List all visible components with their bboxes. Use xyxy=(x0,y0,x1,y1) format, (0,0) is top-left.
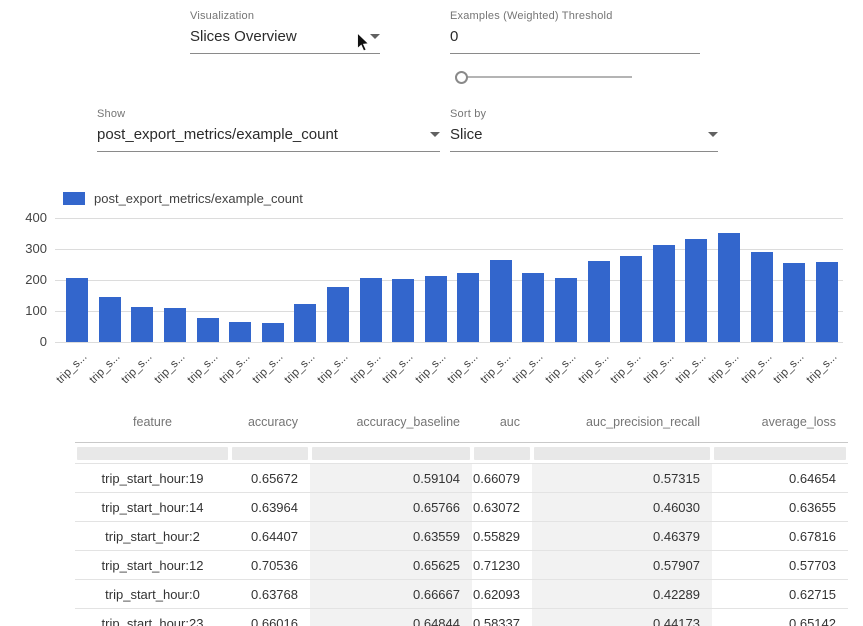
table-cell: 0.64407 xyxy=(230,522,310,551)
column-header-accuracy_baseline[interactable]: accuracy_baseline xyxy=(310,402,472,443)
table-cell: 0.57315 xyxy=(532,464,712,493)
table-cell: 0.62715 xyxy=(712,580,848,609)
bar[interactable] xyxy=(360,278,382,342)
column-header-auc_precision_recall[interactable]: auc_precision_recall xyxy=(532,402,712,443)
gridline xyxy=(55,342,843,343)
bar[interactable] xyxy=(490,260,512,342)
metrics-table: featureaccuracyaccuracy_baselineaucauc_p… xyxy=(75,402,848,626)
table-cell: 0.42289 xyxy=(532,580,712,609)
table-cell: 0.58337 xyxy=(472,609,532,626)
table-cell: 0.55829 xyxy=(472,522,532,551)
filter-input[interactable] xyxy=(714,447,846,460)
table-row: trip_start_hour:20.644070.635590.558290.… xyxy=(75,522,848,551)
column-header-accuracy[interactable]: accuracy xyxy=(230,402,310,443)
table-row: trip_start_hour:120.705360.656250.712300… xyxy=(75,551,848,580)
table-cell: 0.46379 xyxy=(532,522,712,551)
bar[interactable] xyxy=(751,252,773,342)
bar[interactable] xyxy=(718,233,740,342)
table-filter-row xyxy=(75,443,848,464)
column-filter-average_loss[interactable] xyxy=(712,443,848,464)
bar-chart: 0100200300400trip_s...trip_s...trip_s...… xyxy=(0,0,863,400)
bar[interactable] xyxy=(164,308,186,342)
table-row: trip_start_hour:00.637680.666670.620930.… xyxy=(75,580,848,609)
column-filter-auc_precision_recall[interactable] xyxy=(532,443,712,464)
table-cell: trip_start_hour:14 xyxy=(75,493,230,522)
y-axis-tick-label: 100 xyxy=(5,303,47,318)
table-cell: 0.66016 xyxy=(230,609,310,626)
table-cell: trip_start_hour:23 xyxy=(75,609,230,626)
table-cell: 0.59104 xyxy=(310,464,472,493)
bar[interactable] xyxy=(99,297,121,342)
slicing-metrics-browser: Visualization Slices Overview Examples (… xyxy=(0,0,863,626)
column-filter-auc[interactable] xyxy=(472,443,532,464)
bar[interactable] xyxy=(685,239,707,342)
column-filter-accuracy[interactable] xyxy=(230,443,310,464)
filter-input[interactable] xyxy=(232,447,308,460)
table-cell: 0.66079 xyxy=(472,464,532,493)
metrics-table-container: featureaccuracyaccuracy_baselineaucauc_p… xyxy=(75,402,848,626)
table-cell: 0.63768 xyxy=(230,580,310,609)
table-cell: 0.70536 xyxy=(230,551,310,580)
bar[interactable] xyxy=(555,278,577,342)
table-cell: 0.64654 xyxy=(712,464,848,493)
table-header-row: featureaccuracyaccuracy_baselineaucauc_p… xyxy=(75,402,848,443)
table-row: trip_start_hour:190.656720.591040.660790… xyxy=(75,464,848,493)
column-header-auc[interactable]: auc xyxy=(472,402,532,443)
bar[interactable] xyxy=(392,279,414,342)
table-cell: 0.65625 xyxy=(310,551,472,580)
table-cell: trip_start_hour:19 xyxy=(75,464,230,493)
table-row: trip_start_hour:140.639640.657660.630720… xyxy=(75,493,848,522)
bar[interactable] xyxy=(197,318,219,342)
table-cell: 0.65672 xyxy=(230,464,310,493)
bar[interactable] xyxy=(588,261,610,342)
y-axis-tick-label: 200 xyxy=(5,272,47,287)
bar[interactable] xyxy=(522,273,544,342)
table-cell: 0.63964 xyxy=(230,493,310,522)
filter-input[interactable] xyxy=(474,447,530,460)
table-cell: trip_start_hour:2 xyxy=(75,522,230,551)
table-cell: 0.65142 xyxy=(712,609,848,626)
gridline xyxy=(55,218,843,219)
table-cell: trip_start_hour:0 xyxy=(75,580,230,609)
filter-input[interactable] xyxy=(534,447,710,460)
table-cell: 0.62093 xyxy=(472,580,532,609)
bar[interactable] xyxy=(262,323,284,342)
table-cell: 0.67816 xyxy=(712,522,848,551)
table-cell: 0.44173 xyxy=(532,609,712,626)
table-cell: 0.63559 xyxy=(310,522,472,551)
column-header-feature[interactable]: feature xyxy=(75,402,230,443)
table-cell: 0.64844 xyxy=(310,609,472,626)
bar[interactable] xyxy=(653,245,675,342)
column-header-average_loss[interactable]: average_loss xyxy=(712,402,848,443)
table-cell: 0.71230 xyxy=(472,551,532,580)
filter-input[interactable] xyxy=(77,447,228,460)
bar[interactable] xyxy=(620,256,642,342)
column-filter-accuracy_baseline[interactable] xyxy=(310,443,472,464)
table-cell: 0.57907 xyxy=(532,551,712,580)
table-cell: 0.66667 xyxy=(310,580,472,609)
table-cell: 0.46030 xyxy=(532,493,712,522)
table-cell: 0.63655 xyxy=(712,493,848,522)
filter-input[interactable] xyxy=(312,447,470,460)
bar[interactable] xyxy=(783,263,805,342)
bar[interactable] xyxy=(294,304,316,342)
bar[interactable] xyxy=(131,307,153,342)
bar[interactable] xyxy=(327,287,349,342)
bar[interactable] xyxy=(66,278,88,342)
bar[interactable] xyxy=(425,276,447,342)
column-filter-feature[interactable] xyxy=(75,443,230,464)
table-cell: 0.63072 xyxy=(472,493,532,522)
y-axis-tick-label: 300 xyxy=(5,241,47,256)
y-axis-tick-label: 400 xyxy=(5,210,47,225)
table-cell: trip_start_hour:12 xyxy=(75,551,230,580)
table-row: trip_start_hour:230.660160.648440.583370… xyxy=(75,609,848,626)
bar[interactable] xyxy=(816,262,838,342)
y-axis-tick-label: 0 xyxy=(5,334,47,349)
bar[interactable] xyxy=(229,322,251,342)
table-cell: 0.65766 xyxy=(310,493,472,522)
bar[interactable] xyxy=(457,273,479,342)
table-cell: 0.57703 xyxy=(712,551,848,580)
